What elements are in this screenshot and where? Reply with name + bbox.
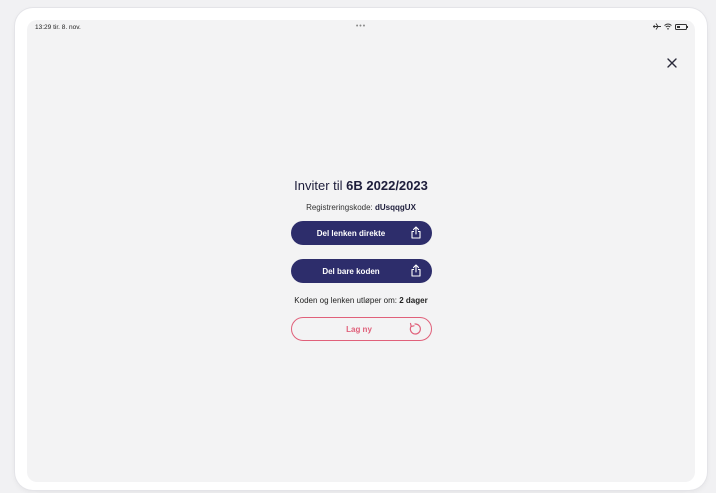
registration-code-label: Registreringskode: (306, 203, 373, 212)
share-code-button[interactable]: Del bare koden (290, 259, 432, 283)
title-prefix: Inviter til (294, 178, 343, 193)
refresh-icon (409, 322, 421, 335)
tablet-frame: 13:29 tir. 8. nov. ••• Inviter til 6B 20… (15, 8, 707, 490)
close-icon[interactable] (665, 56, 679, 70)
share-link-label: Del lenken direkte (316, 228, 386, 238)
share-icon (410, 226, 421, 239)
share-code-label: Del bare koden (322, 266, 380, 276)
expiry-value: 2 dager (399, 296, 428, 305)
regenerate-label: Lag ny (346, 324, 372, 334)
class-name: 6B 2022/2023 (346, 178, 428, 193)
share-link-button[interactable]: Del lenken direkte (290, 221, 432, 245)
registration-code-value: dUsqqgUX (375, 203, 416, 212)
status-clock: 13:29 (35, 24, 52, 31)
app-screen: 13:29 tir. 8. nov. ••• Inviter til 6B 20… (27, 20, 695, 482)
battery-icon (675, 23, 688, 30)
status-time: 13:29 tir. 8. nov. (35, 24, 81, 31)
expiry-text: Koden og lenken utløper om: 2 dager (294, 296, 427, 305)
expiry-label: Koden og lenken utløper om: (294, 296, 398, 305)
wifi-icon (664, 23, 672, 30)
airplane-icon (653, 23, 661, 30)
page-title: Inviter til 6B 2022/2023 (294, 178, 428, 193)
status-bar: 13:29 tir. 8. nov. ••• (27, 20, 695, 38)
invite-panel: Inviter til 6B 2022/2023 Registreringsko… (27, 178, 695, 341)
share-icon (410, 264, 421, 277)
status-date: tir. 8. nov. (53, 24, 81, 31)
status-icons (653, 23, 688, 30)
multitasking-dots[interactable]: ••• (356, 23, 366, 30)
regenerate-button[interactable]: Lag ny (290, 317, 432, 341)
registration-code: Registreringskode: dUsqqgUX (306, 203, 416, 212)
